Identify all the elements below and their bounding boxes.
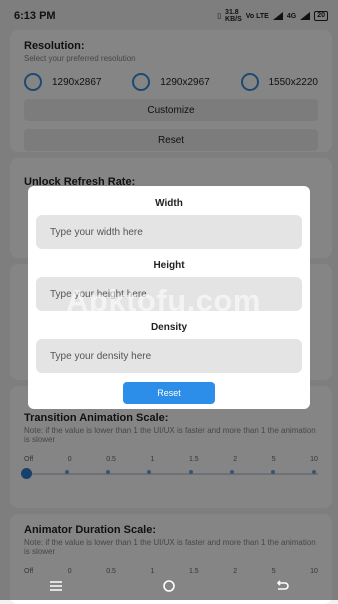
navigation-bar [0, 572, 338, 600]
watermark-text: Apktofu.com [66, 283, 261, 318]
home-icon[interactable] [159, 578, 179, 594]
density-label: Density [150, 322, 188, 333]
dialog-reset-button[interactable]: Reset [123, 382, 215, 404]
back-icon[interactable] [272, 578, 292, 594]
height-label: Height [153, 260, 185, 271]
density-input[interactable] [36, 339, 302, 373]
width-label: Width [155, 198, 183, 209]
menu-icon[interactable] [46, 578, 66, 594]
width-input[interactable] [36, 215, 302, 249]
